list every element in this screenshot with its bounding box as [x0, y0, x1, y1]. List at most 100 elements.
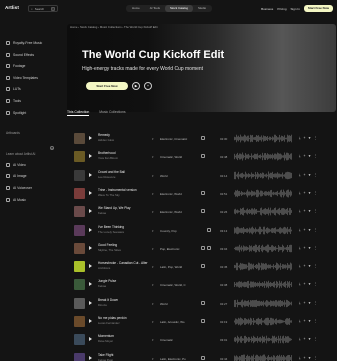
stem-icon[interactable]: [201, 209, 205, 214]
heart-icon[interactable]: ♥: [308, 319, 310, 323]
play-all-button[interactable]: ▶: [132, 82, 140, 90]
track-artist[interactable]: Kekoa: [98, 211, 106, 215]
loop-icon[interactable]: [207, 227, 211, 232]
add-icon[interactable]: +: [304, 337, 306, 341]
track-row[interactable]: Trine - Instrumental version Wave To The …: [64, 185, 337, 202]
track-artist[interactable]: Hidden Glow: [98, 138, 114, 142]
play-icon[interactable]: [89, 282, 92, 287]
add-icon[interactable]: +: [304, 228, 306, 232]
sidebar-item-sound-effects[interactable]: Sound Effects: [6, 53, 34, 57]
download-icon[interactable]: ⤓: [299, 228, 301, 232]
add-icon[interactable]: +: [304, 301, 306, 305]
track-artist[interactable]: Kekoa: [98, 284, 106, 288]
track-row[interactable]: We Stand Up, We Play Kekoa ▾ Electronic, Wo…: [64, 203, 337, 220]
add-icon[interactable]: +: [304, 191, 306, 195]
chevron-down-icon[interactable]: ▾: [152, 357, 154, 361]
add-artboard-button[interactable]: +: [50, 146, 54, 150]
more-icon[interactable]: ⋮: [314, 173, 317, 177]
more-icon[interactable]: ⋮: [314, 154, 317, 158]
add-icon[interactable]: +: [304, 246, 306, 250]
more-icon[interactable]: ⋮: [314, 246, 317, 250]
sidebar-item-ai-image[interactable]: AI Image: [6, 174, 27, 178]
sidebar-item-video-templates[interactable]: Video Templates: [6, 76, 38, 80]
add-icon[interactable]: +: [304, 356, 306, 360]
play-icon[interactable]: [89, 227, 92, 232]
waveform[interactable]: [234, 299, 292, 308]
signin-link[interactable]: Sign In: [290, 7, 299, 11]
chevron-down-icon[interactable]: ▾: [152, 137, 154, 141]
track-artist[interactable]: Lee Rosevere: [98, 175, 115, 179]
chevron-down-icon[interactable]: ▾: [152, 229, 154, 233]
download-icon[interactable]: ⤓: [299, 136, 301, 140]
track-row[interactable]: Good Feeling Skyline, The Skies ▾ Pop, Elec…: [64, 240, 337, 257]
sidebar-item-ai-video[interactable]: AI Video: [6, 163, 26, 167]
track-name[interactable]: Good Feeling: [98, 243, 117, 247]
download-icon[interactable]: ⤓: [299, 301, 301, 305]
stem-icon[interactable]: [201, 355, 205, 360]
stem-icon[interactable]: [201, 190, 205, 195]
more-icon[interactable]: ⋮: [314, 264, 317, 268]
track-row[interactable]: I've Been Thinking The Lonely Seesaws ▾ Cou…: [64, 222, 337, 239]
track-row[interactable]: No me pidas perdón Lucas Fernández ▾ Latin,…: [64, 313, 337, 330]
heart-icon[interactable]: ♥: [308, 264, 310, 268]
add-icon[interactable]: +: [304, 154, 306, 158]
search-input[interactable]: ⌕ Search K: [28, 5, 58, 12]
breadcrumb[interactable]: Home › Stock Catalog › Music Collections…: [70, 25, 158, 29]
heart-icon[interactable]: ♥: [308, 282, 310, 286]
chevron-down-icon[interactable]: ▾: [152, 155, 154, 159]
track-name[interactable]: Break It Down: [98, 298, 118, 302]
play-icon[interactable]: [89, 172, 92, 177]
track-name[interactable]: I've Been Thinking: [98, 225, 124, 229]
download-icon[interactable]: ⤓: [299, 154, 301, 158]
download-icon[interactable]: ⤓: [299, 356, 301, 360]
heart-icon[interactable]: ♥: [308, 209, 310, 213]
heart-icon[interactable]: ♥: [308, 246, 310, 250]
track-row[interactable]: Take Flight Kekoa Ryan ▾ Latin, Electronic,…: [64, 350, 337, 361]
sidebar-item-royalty-free-music[interactable]: Royalty-Free Music: [6, 41, 42, 45]
track-row[interactable]: Brotherhood Yoav Ilan Bloom ▾ Cinematic, Wo…: [64, 148, 337, 165]
track-artist[interactable]: Yoav Ilan Bloom: [98, 156, 118, 160]
heart-icon[interactable]: ♥: [308, 136, 310, 140]
add-icon[interactable]: +: [304, 319, 306, 323]
track-name[interactable]: Take Flight: [98, 353, 113, 357]
download-icon[interactable]: ⤓: [299, 282, 301, 286]
more-icon[interactable]: ⋮: [314, 209, 317, 213]
heart-icon[interactable]: ♥: [308, 154, 310, 158]
waveform[interactable]: [234, 354, 292, 361]
waveform[interactable]: [234, 134, 292, 143]
heart-icon[interactable]: ♥: [308, 337, 310, 341]
waveform[interactable]: [234, 262, 292, 271]
waveform[interactable]: [234, 317, 292, 326]
sidebar-item-footage[interactable]: Footage: [6, 64, 25, 68]
tab-music-collections[interactable]: Music Collections: [99, 110, 125, 116]
nav-item-home[interactable]: Home: [127, 5, 145, 12]
stem-icon[interactable]: [201, 300, 205, 305]
add-icon[interactable]: +: [304, 282, 306, 286]
more-icon[interactable]: ⋮: [314, 228, 317, 232]
nav-item-studio[interactable]: Studio: [193, 5, 211, 12]
business-link[interactable]: Business: [261, 7, 273, 11]
artlist-logo[interactable]: Artlist: [5, 5, 19, 10]
play-icon[interactable]: [89, 355, 92, 360]
chevron-down-icon[interactable]: ▾: [152, 338, 154, 342]
track-artist[interactable]: Kekoa Ryan: [98, 358, 113, 361]
track-artist[interactable]: Ambitions: [98, 266, 110, 270]
track-row[interactable]: Crowd and the Ball Lee Rosevere ▾ World 02:1…: [64, 167, 337, 184]
more-icon[interactable]: ⋮: [314, 319, 317, 323]
heart-icon[interactable]: ♥: [308, 228, 310, 232]
loop-icon[interactable]: [207, 245, 211, 250]
chevron-down-icon[interactable]: ▾: [152, 320, 154, 324]
stem-icon[interactable]: [201, 319, 205, 323]
chevron-down-icon[interactable]: ▾: [152, 283, 154, 287]
play-icon[interactable]: [89, 300, 92, 305]
play-icon[interactable]: [89, 245, 92, 250]
more-icon[interactable]: ⋮: [314, 136, 317, 140]
add-icon[interactable]: +: [304, 173, 306, 177]
track-name[interactable]: Remedy: [98, 133, 110, 137]
track-name[interactable]: Crowd and the Ball: [98, 170, 125, 174]
heart-icon[interactable]: ♥: [308, 173, 310, 177]
chevron-down-icon[interactable]: ▾: [152, 265, 154, 269]
track-name[interactable]: Momentum: [98, 334, 114, 338]
play-icon[interactable]: [89, 264, 92, 269]
download-icon[interactable]: ⤓: [299, 209, 301, 213]
